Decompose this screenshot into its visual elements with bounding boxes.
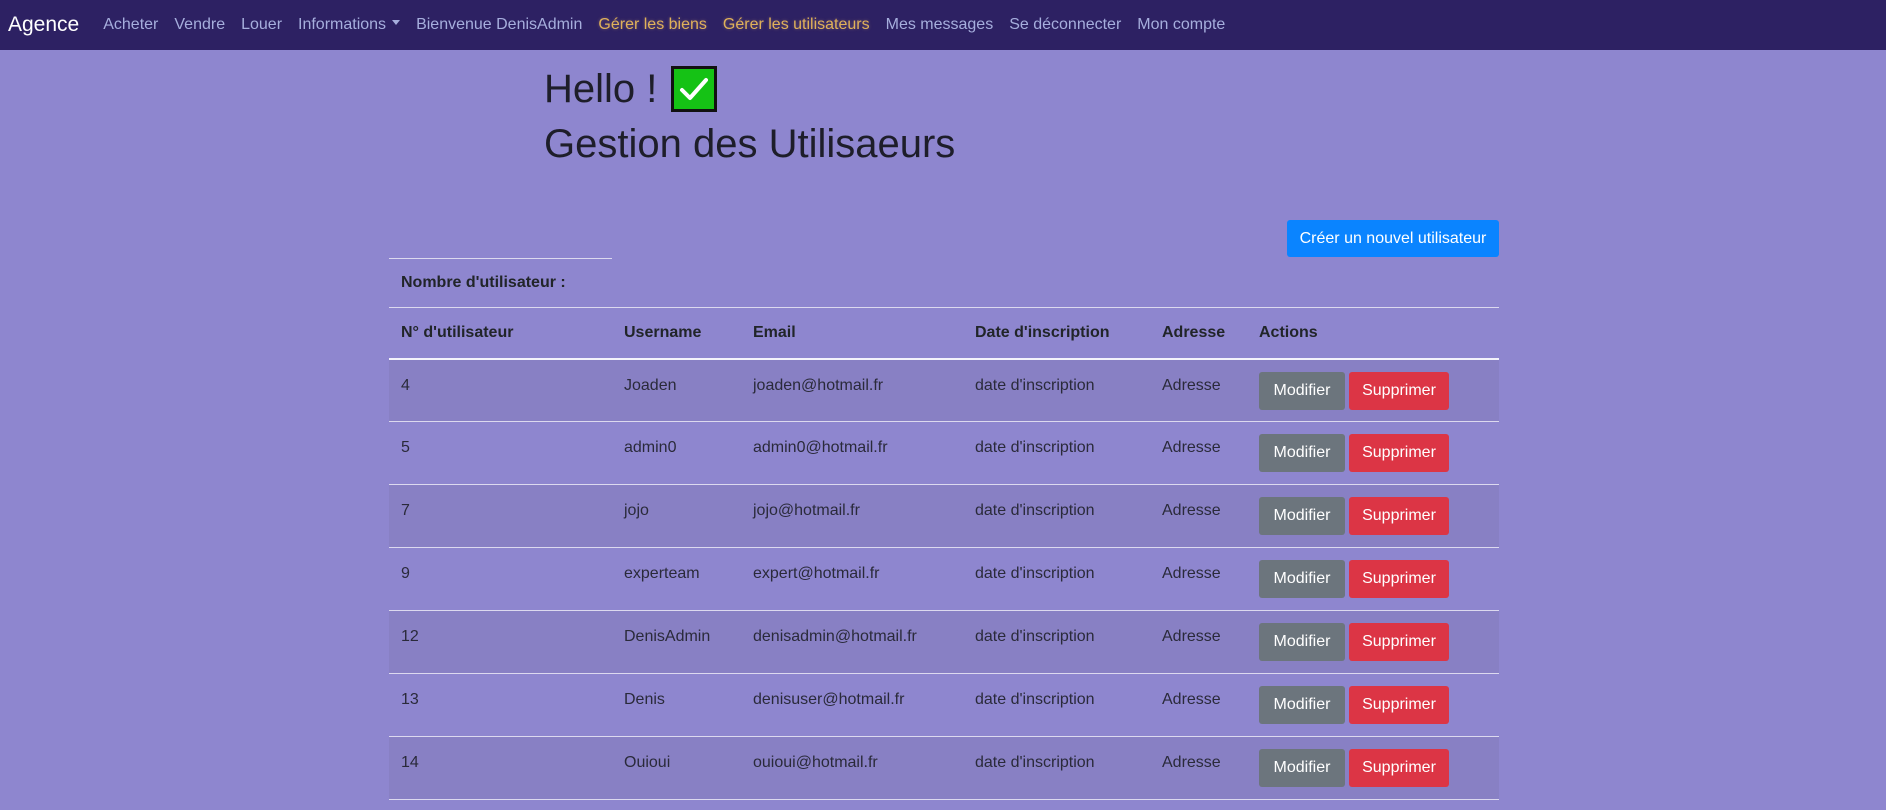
cell-email: jojo@hotmail.fr (741, 484, 963, 548)
cell-id: 9 (389, 547, 612, 611)
page-title: Gestion des Utilisaeurs (544, 122, 956, 166)
cell-date: date d'inscription (963, 736, 1150, 800)
cell-address: Adresse (1150, 673, 1247, 737)
delete-button[interactable]: Supprimer (1349, 434, 1449, 472)
cell-email: joaden@hotmail.fr (741, 358, 963, 422)
cell-date: date d'inscription (963, 673, 1150, 737)
cell-actions: Modifier Supprimer (1247, 421, 1499, 485)
cell-id: 5 (389, 421, 612, 485)
table-row: 13 Denis denisuser@hotmail.fr date d'ins… (389, 673, 1499, 737)
cell-username: experteam (612, 547, 741, 611)
nav-link-bienvenue[interactable]: Bienvenue DenisAdmin (416, 16, 582, 34)
cell-date: date d'inscription (963, 610, 1150, 674)
cell-username: jojo (612, 484, 741, 548)
cell-actions: Modifier Supprimer (1247, 484, 1499, 548)
user-count-label: Nombre d'utilisateur : (389, 258, 612, 308)
check-mark-icon (680, 78, 709, 100)
nav-dropdown-informations[interactable]: Informations (298, 16, 401, 34)
cell-email: admin0@hotmail.fr (741, 421, 963, 485)
cell-email: denisadmin@hotmail.fr (741, 610, 963, 674)
table-row: 12 DenisAdmin denisadmin@hotmail.fr date… (389, 610, 1499, 674)
table-row: 14 Ouioui ouioui@hotmail.fr date d'inscr… (389, 736, 1499, 800)
cell-username: DenisAdmin (612, 610, 741, 674)
greeting-heading: Hello ! (544, 66, 718, 112)
table-row: 7 jojo jojo@hotmail.fr date d'inscriptio… (389, 484, 1499, 548)
column-header-address: Adresse (1150, 307, 1247, 360)
table-row: 9 experteam expert@hotmail.fr date d'ins… (389, 547, 1499, 611)
cell-username: admin0 (612, 421, 741, 485)
nav-link-louer[interactable]: Louer (241, 16, 282, 34)
cell-actions: Modifier Supprimer (1247, 673, 1499, 737)
delete-button[interactable]: Supprimer (1349, 560, 1449, 598)
cell-email: ouioui@hotmail.fr (741, 736, 963, 800)
column-header-actions: Actions (1247, 307, 1499, 360)
cell-username: Ouioui (612, 736, 741, 800)
cell-date: date d'inscription (963, 484, 1150, 548)
cell-actions: Modifier Supprimer (1247, 610, 1499, 674)
nav-link-mon-compte[interactable]: Mon compte (1137, 16, 1225, 34)
cell-date: date d'inscription (963, 358, 1150, 422)
nav-link-gerer-utilisateurs[interactable]: Gérer les utilisateurs (723, 16, 870, 34)
cell-actions: Modifier Supprimer (1247, 736, 1499, 800)
column-header-date: Date d'inscription (963, 307, 1150, 360)
cell-actions: Modifier Supprimer (1247, 547, 1499, 611)
cell-address: Adresse (1150, 736, 1247, 800)
cell-address: Adresse (1150, 547, 1247, 611)
create-user-button[interactable]: Créer un nouvel utilisateur (1287, 220, 1499, 257)
modify-button[interactable]: Modifier (1259, 497, 1345, 535)
users-table: N° d'utilisateur Username Email Date d'i… (389, 307, 1499, 800)
modify-button[interactable]: Modifier (1259, 623, 1345, 661)
nav-dropdown-informations-label: Informations (298, 16, 387, 33)
modify-button[interactable]: Modifier (1259, 749, 1345, 787)
column-header-email: Email (741, 307, 963, 360)
modify-button[interactable]: Modifier (1259, 686, 1345, 724)
nav-link-vendre[interactable]: Vendre (174, 16, 225, 34)
cell-date: date d'inscription (963, 421, 1150, 485)
nav-link-gerer-biens[interactable]: Gérer les biens (598, 16, 707, 34)
cell-username: Denis (612, 673, 741, 737)
check-icon (671, 66, 718, 112)
delete-button[interactable]: Supprimer (1349, 686, 1449, 724)
nav-link-mes-messages[interactable]: Mes messages (886, 16, 994, 34)
cell-address: Adresse (1150, 610, 1247, 674)
nav-link-se-deconnecter[interactable]: Se déconnecter (1009, 16, 1121, 34)
caret-down-icon (392, 20, 401, 26)
modify-button[interactable]: Modifier (1259, 434, 1345, 472)
cell-date: date d'inscription (963, 547, 1150, 611)
table-row: 4 Joaden joaden@hotmail.fr date d'inscri… (389, 358, 1499, 422)
cell-id: 13 (389, 673, 612, 737)
nav-link-acheter[interactable]: Acheter (103, 16, 158, 34)
cell-id: 7 (389, 484, 612, 548)
cell-address: Adresse (1150, 484, 1247, 548)
delete-button[interactable]: Supprimer (1349, 623, 1449, 661)
cell-email: expert@hotmail.fr (741, 547, 963, 611)
column-header-username: Username (612, 307, 741, 360)
cell-actions: Modifier Supprimer (1247, 358, 1499, 422)
cell-address: Adresse (1150, 421, 1247, 485)
cell-id: 4 (389, 358, 612, 422)
table-header-row: N° d'utilisateur Username Email Date d'i… (389, 307, 1499, 360)
cell-username: Joaden (612, 358, 741, 422)
top-navbar: Agence Acheter Vendre Louer Informations… (0, 0, 1886, 50)
column-header-id: N° d'utilisateur (389, 307, 612, 360)
delete-button[interactable]: Supprimer (1349, 371, 1449, 410)
delete-button[interactable]: Supprimer (1349, 497, 1449, 535)
modify-button[interactable]: Modifier (1259, 371, 1345, 410)
greeting-text: Hello ! (544, 66, 658, 111)
cell-id: 14 (389, 736, 612, 800)
table-row: 5 admin0 admin0@hotmail.fr date d'inscri… (389, 421, 1499, 485)
modify-button[interactable]: Modifier (1259, 560, 1345, 598)
delete-button[interactable]: Supprimer (1349, 749, 1449, 787)
cell-id: 12 (389, 610, 612, 674)
cell-address: Adresse (1150, 358, 1247, 422)
cell-email: denisuser@hotmail.fr (741, 673, 963, 737)
brand-logo[interactable]: Agence (8, 13, 79, 37)
